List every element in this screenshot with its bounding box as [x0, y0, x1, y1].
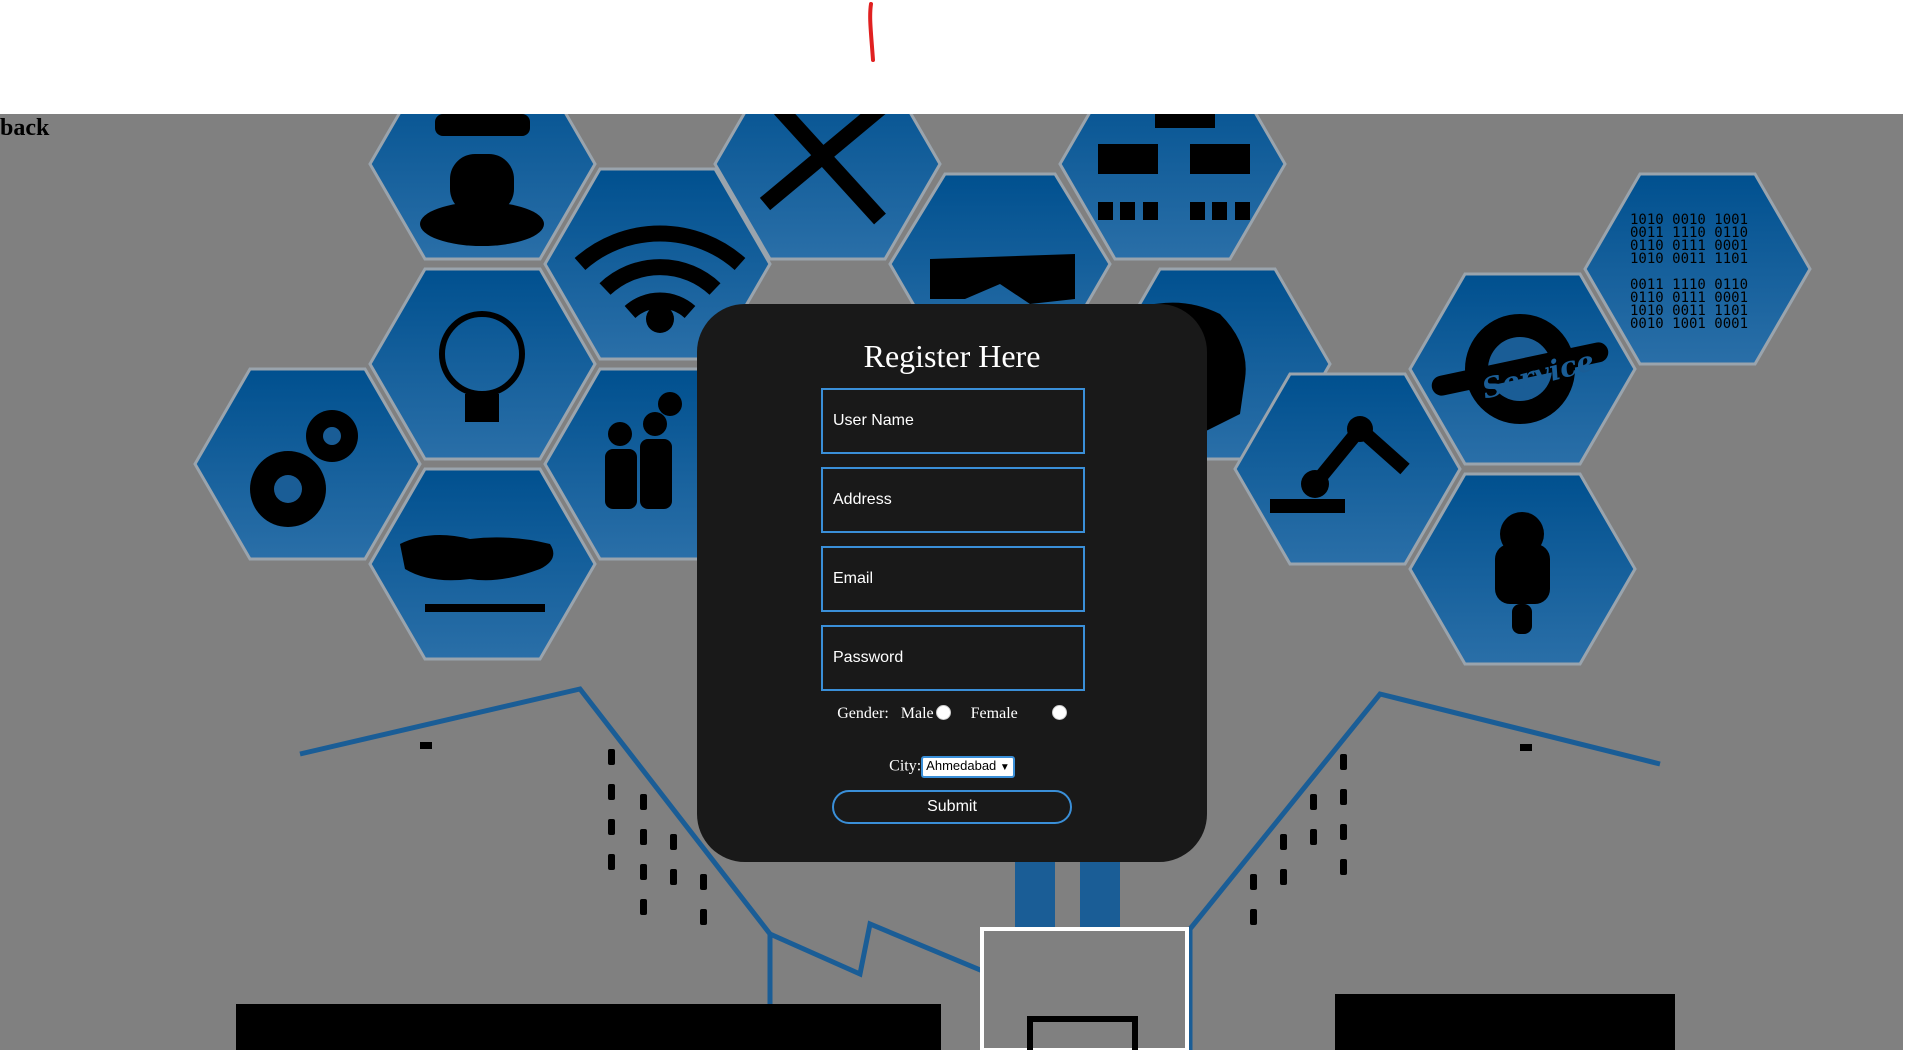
address-input[interactable]	[821, 467, 1085, 533]
female-radio[interactable]	[1051, 705, 1067, 721]
email-input[interactable]	[821, 546, 1085, 612]
hex-bulb	[368, 267, 597, 461]
form-title: Register Here	[863, 338, 1041, 374]
password-input[interactable]	[821, 625, 1085, 691]
submit-button[interactable]: Submit	[832, 790, 1072, 824]
female-label: Female	[970, 705, 1018, 722]
city-selected-value: Ahmedabad	[926, 758, 997, 773]
bottom-right-block	[1335, 994, 1675, 1050]
male-label: Male	[900, 705, 934, 722]
bottom-left-block	[236, 1004, 941, 1050]
back-link[interactable]: back	[0, 116, 49, 140]
city-label: City:	[889, 757, 922, 775]
gender-row: Gender: Male Female	[697, 704, 1207, 724]
top-white-strip	[0, 0, 1905, 114]
center-building	[1015, 854, 1120, 934]
city-row: City: Ahmedabad ▼	[697, 756, 1207, 778]
username-input[interactable]	[821, 388, 1085, 454]
svg-text:1010 0011 1101: 1010 0011 1101	[1630, 251, 1748, 267]
register-form-card: Register Here Gender: Male Female City:A…	[697, 304, 1207, 862]
male-radio[interactable]	[935, 705, 951, 721]
city-select[interactable]: Ahmedabad ▼	[921, 756, 1015, 778]
gender-label: Gender:	[837, 705, 889, 722]
chevron-down-icon: ▼	[999, 762, 1010, 773]
red-scribble-mark	[868, 2, 875, 62]
svg-text:0010 1001 0001: 0010 1001 0001	[1630, 316, 1748, 332]
hex-binary	[1583, 172, 1812, 366]
